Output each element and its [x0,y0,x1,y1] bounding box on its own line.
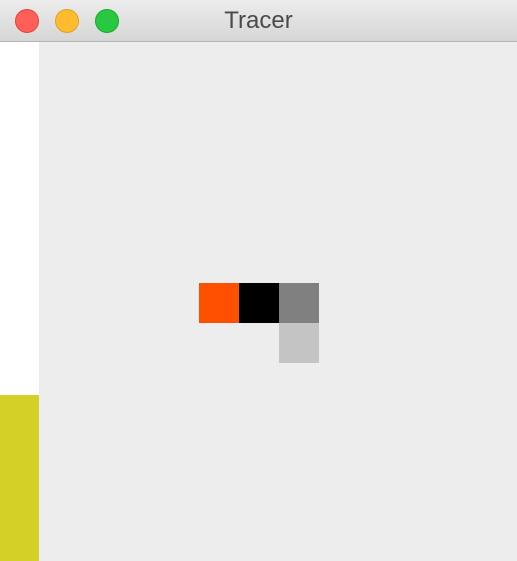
trace-cell [279,283,319,323]
progress-sidebar [0,42,39,561]
trace-cell [279,323,319,363]
tracer-canvas[interactable] [0,42,517,561]
window-title: Tracer [224,7,293,34]
title-bar[interactable]: Tracer [0,0,517,42]
trace-cell [199,283,239,323]
trace-cell [239,283,279,323]
app-window: Tracer [0,0,517,561]
progress-level-bar [0,394,39,561]
